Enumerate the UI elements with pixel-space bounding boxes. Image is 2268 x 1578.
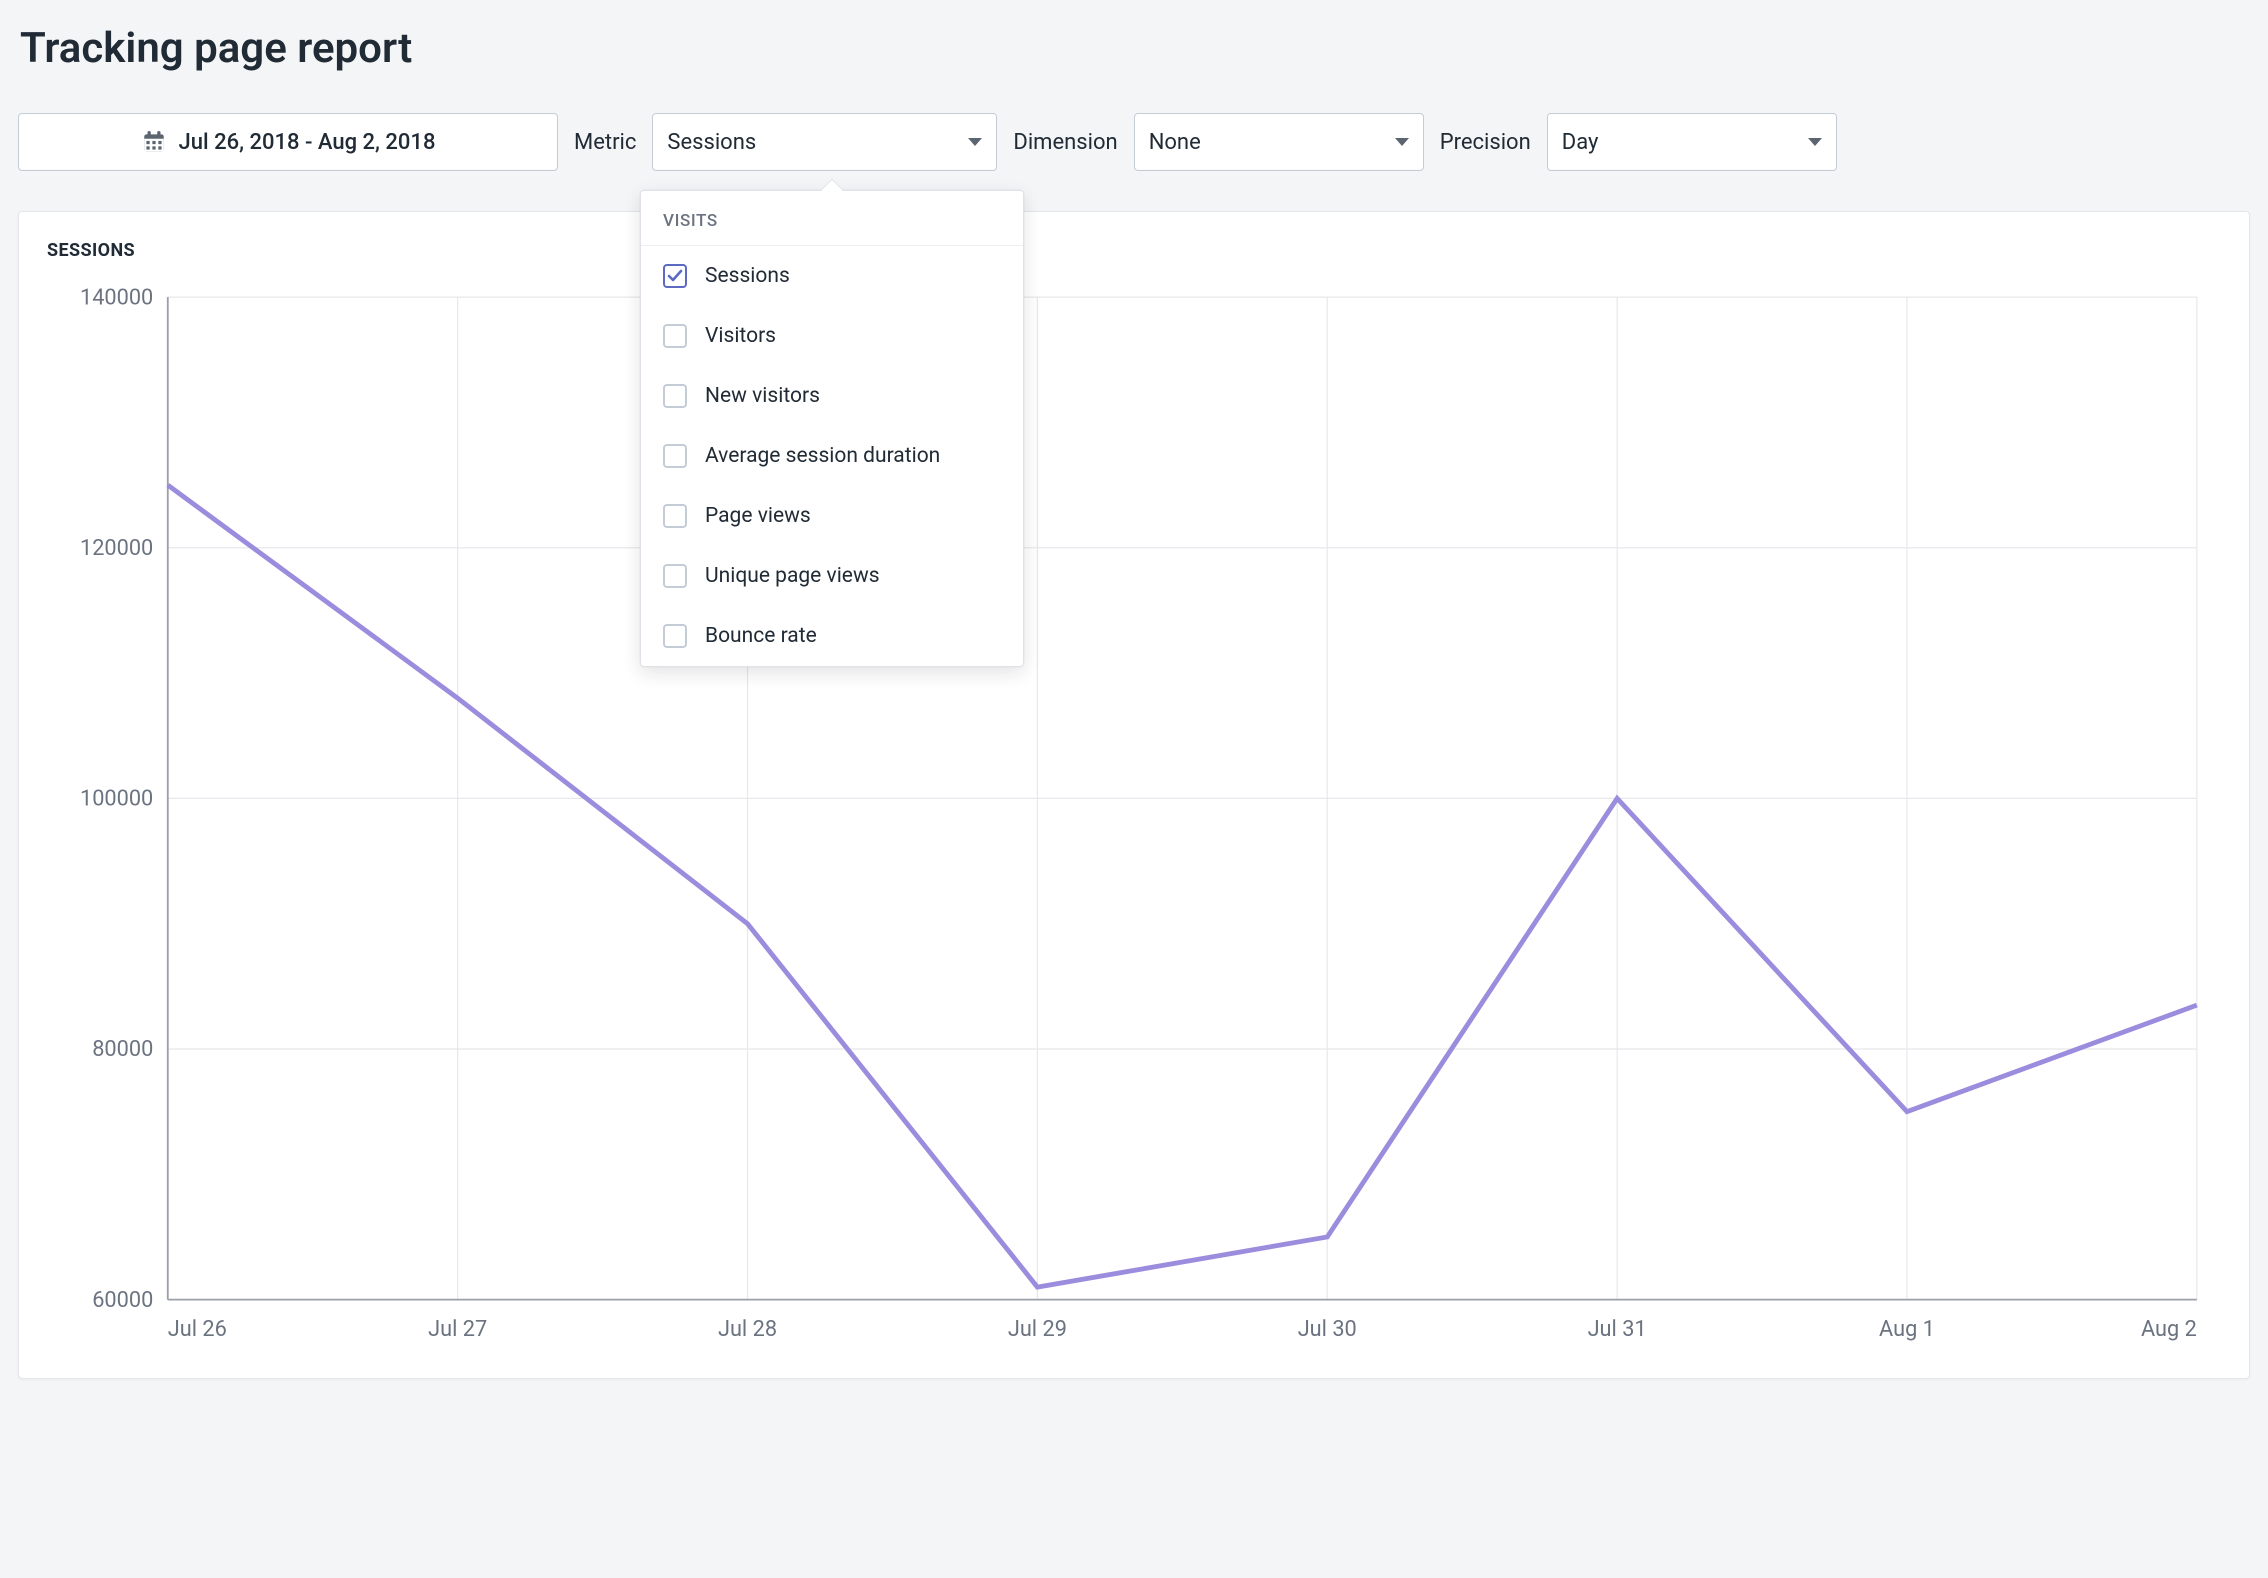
date-range-button[interactable]: Jul 26, 2018 - Aug 2, 2018 [18, 113, 558, 171]
svg-text:100000: 100000 [80, 787, 153, 812]
metric-option-label: Visitors [705, 324, 776, 348]
controls-bar: Jul 26, 2018 - Aug 2, 2018 Metric Sessio… [18, 113, 2250, 171]
metric-select[interactable]: Sessions [652, 113, 997, 171]
svg-text:Aug 1: Aug 1 [1879, 1317, 1935, 1342]
chevron-down-icon [1808, 138, 1822, 146]
svg-text:Jul 31: Jul 31 [1588, 1317, 1647, 1342]
checkbox-icon [663, 324, 687, 348]
precision-label: Precision [1440, 130, 1531, 155]
checkbox-icon [663, 384, 687, 408]
dimension-label: Dimension [1013, 130, 1117, 155]
metric-option[interactable]: Average session duration [641, 426, 1023, 486]
svg-text:Jul 28: Jul 28 [718, 1317, 777, 1342]
metric-label: Metric [574, 130, 636, 155]
metric-option-label: New visitors [705, 384, 820, 408]
svg-text:Aug 2: Aug 2 [2141, 1317, 2197, 1342]
metric-option[interactable]: New visitors [641, 366, 1023, 426]
metric-option-label: Bounce rate [705, 624, 817, 648]
metric-option[interactable]: Page views [641, 486, 1023, 546]
calendar-icon [141, 129, 167, 155]
svg-text:60000: 60000 [92, 1288, 153, 1313]
metric-value: Sessions [667, 130, 756, 155]
chart-card: SESSIONS 60000 80000 100000 120000 140000 Jul… [18, 211, 2250, 1379]
svg-text:80000: 80000 [92, 1037, 153, 1062]
svg-text:Jul 30: Jul 30 [1298, 1317, 1357, 1342]
page-title: Tracking page report [20, 24, 2250, 73]
metric-dropdown-list: Sessions Visitors New visitors Average sess… [641, 246, 1023, 666]
metric-dropdown-panel: VISITS Sessions Visitors New visitors Avera… [640, 190, 1024, 667]
svg-text:Jul 26: Jul 26 [168, 1317, 227, 1342]
chart-title: SESSIONS [47, 240, 2221, 261]
svg-text:Jul 29: Jul 29 [1008, 1317, 1067, 1342]
svg-text:120000: 120000 [80, 536, 153, 561]
svg-text:Jul 27: Jul 27 [428, 1317, 487, 1342]
metric-option-label: Unique page views [705, 564, 880, 588]
metric-option[interactable]: Unique page views [641, 546, 1023, 606]
precision-value: Day [1562, 130, 1599, 155]
chevron-down-icon [1395, 138, 1409, 146]
metric-option[interactable]: Visitors [641, 306, 1023, 366]
sessions-line-chart: 60000 80000 100000 120000 140000 Jul 26 Jul 27… [47, 273, 2221, 1360]
chevron-down-icon [968, 138, 982, 146]
metric-option-label: Average session duration [705, 444, 940, 468]
precision-select[interactable]: Day [1547, 113, 1837, 171]
metric-option-label: Sessions [705, 264, 790, 288]
page-root: Tracking page report Jul 26, 201 [0, 0, 2268, 1405]
checkbox-icon [663, 624, 687, 648]
svg-text:140000: 140000 [80, 285, 153, 310]
metric-option[interactable]: Sessions [641, 246, 1023, 306]
checkbox-icon [663, 564, 687, 588]
metric-option-label: Page views [705, 504, 811, 528]
metric-dropdown-header: VISITS [641, 191, 1023, 246]
dimension-value: None [1149, 130, 1201, 155]
metric-option[interactable]: Bounce rate [641, 606, 1023, 666]
date-range-text: Jul 26, 2018 - Aug 2, 2018 [179, 130, 436, 155]
checkbox-icon [663, 444, 687, 468]
checkbox-icon [663, 264, 687, 288]
chart-wrap: 60000 80000 100000 120000 140000 Jul 26 Jul 27… [47, 273, 2221, 1360]
dimension-select[interactable]: None [1134, 113, 1424, 171]
checkbox-icon [663, 504, 687, 528]
